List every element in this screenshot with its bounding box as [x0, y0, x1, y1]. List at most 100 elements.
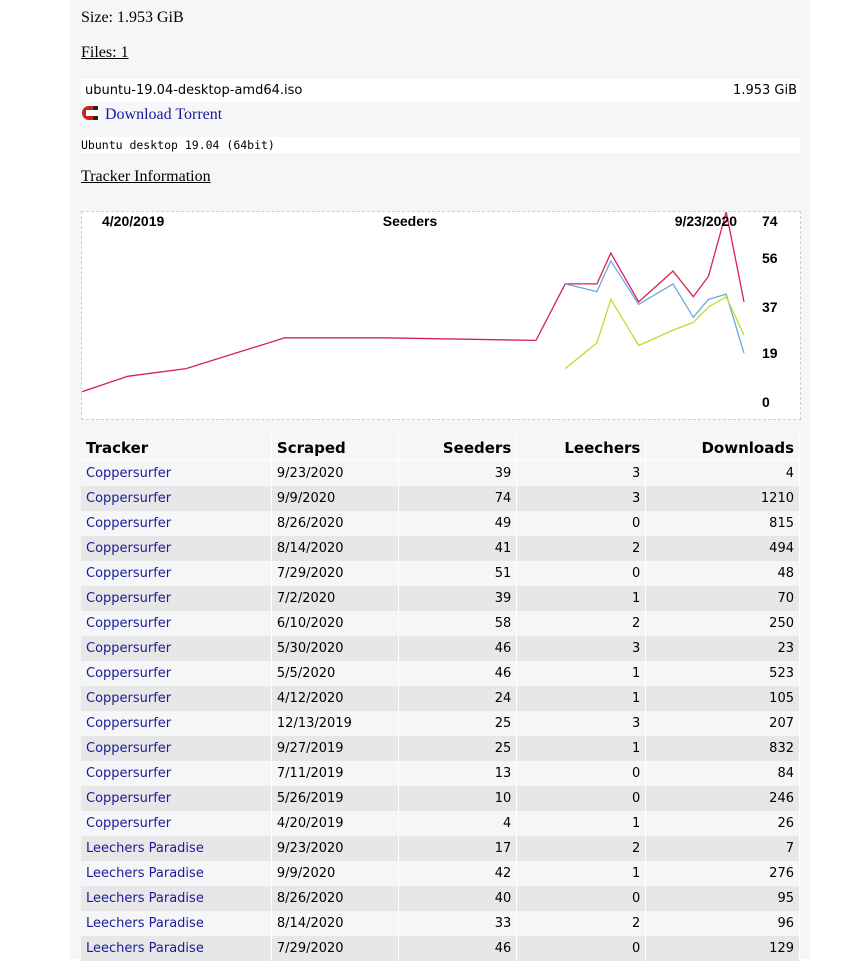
table-row: Coppersurfer 9/23/2020 39 3 4 — [81, 460, 800, 486]
leechers-cell: 2 — [516, 911, 647, 936]
downloads-cell: 96 — [645, 911, 800, 936]
tracker-cell: Leechers Paradise — [81, 936, 272, 961]
tracker-link[interactable]: Coppersurfer — [86, 641, 171, 656]
scraped-cell: 9/9/2020 — [271, 486, 400, 511]
scraped-cell: 9/23/2020 — [271, 836, 400, 861]
col-seeders[interactable]: Seeders — [398, 435, 518, 461]
table-row: Coppersurfer 7/29/2020 51 0 48 — [81, 561, 800, 586]
tracker-cell: Coppersurfer — [81, 586, 272, 611]
table-row: Coppersurfer 12/13/2019 25 3 207 — [81, 711, 800, 736]
leechers-cell: 1 — [516, 811, 647, 836]
tracker-link[interactable]: Coppersurfer — [86, 466, 171, 481]
tracker-cell: Coppersurfer — [81, 661, 272, 686]
table-header-row: Tracker Scraped Seeders Leechers Downloa… — [81, 435, 800, 461]
downloads-cell: 26 — [645, 811, 800, 836]
tracker-link[interactable]: Coppersurfer — [86, 791, 171, 806]
seeders-cell: 39 — [398, 460, 518, 486]
leechers-cell: 3 — [516, 636, 647, 661]
downloads-cell: 23 — [645, 636, 800, 661]
leechers-cell: 3 — [516, 711, 647, 736]
leechers-cell: 1 — [516, 686, 647, 711]
table-row: Coppersurfer 4/20/2019 4 1 26 — [81, 811, 800, 836]
tracker-link[interactable]: Coppersurfer — [86, 691, 171, 706]
tracker-link[interactable]: Coppersurfer — [86, 491, 171, 506]
col-leechers[interactable]: Leechers — [516, 435, 647, 461]
downloads-cell: 4 — [645, 460, 800, 486]
seeders-cell: 46 — [398, 936, 518, 961]
seeders-cell: 33 — [398, 911, 518, 936]
downloads-cell: 276 — [645, 861, 800, 886]
tracker-link[interactable]: Coppersurfer — [86, 741, 171, 756]
y-tick-label: 0 — [762, 394, 770, 410]
leechers-cell: 0 — [516, 786, 647, 811]
seeders-cell: 41 — [398, 536, 518, 561]
tracker-link[interactable]: Leechers Paradise — [86, 866, 204, 881]
chart-start-date: 4/20/2019 — [102, 213, 164, 229]
downloads-cell: 815 — [645, 511, 800, 536]
downloads-cell: 246 — [645, 786, 800, 811]
download-torrent-link[interactable]: Download Torrent — [81, 105, 222, 125]
seeders-cell: 25 — [398, 736, 518, 761]
scraped-cell: 8/14/2020 — [271, 911, 400, 936]
col-scraped[interactable]: Scraped — [271, 435, 400, 461]
col-downloads[interactable]: Downloads — [645, 435, 800, 461]
seeders-cell: 49 — [398, 511, 518, 536]
tracker-link[interactable]: Coppersurfer — [86, 666, 171, 681]
tracker-link[interactable]: Leechers Paradise — [86, 916, 204, 931]
downloads-cell: 523 — [645, 661, 800, 686]
y-tick-label: 56 — [762, 250, 778, 266]
downloads-cell: 207 — [645, 711, 800, 736]
table-row: Coppersurfer 7/2/2020 39 1 70 — [81, 586, 800, 611]
leechers-cell: 1 — [516, 586, 647, 611]
seeders-cell: 51 — [398, 561, 518, 586]
leechers-cell: 1 — [516, 736, 647, 761]
tracker-link[interactable]: Coppersurfer — [86, 566, 171, 581]
series-line-series-3 — [564, 295, 745, 370]
tracker-link[interactable]: Coppersurfer — [86, 516, 171, 531]
leechers-cell: 2 — [516, 611, 647, 636]
torrent-description: Ubuntu desktop 19.04 (64bit) — [81, 137, 800, 153]
tracker-cell: Coppersurfer — [81, 611, 272, 636]
leechers-cell: 0 — [516, 761, 647, 786]
scraped-cell: 8/26/2020 — [271, 886, 400, 911]
y-tick-label: 37 — [762, 299, 778, 315]
scraped-cell: 4/12/2020 — [271, 686, 400, 711]
table-row: Leechers Paradise 9/23/2020 17 2 7 — [81, 836, 800, 861]
tracker-link[interactable]: Coppersurfer — [86, 591, 171, 606]
leechers-cell: 3 — [516, 486, 647, 511]
scraped-cell: 5/26/2019 — [271, 786, 400, 811]
table-row: Coppersurfer 6/10/2020 58 2 250 — [81, 611, 800, 636]
tracker-cell: Coppersurfer — [81, 786, 272, 811]
tracker-link[interactable]: Coppersurfer — [86, 716, 171, 731]
y-tick-label: 74 — [762, 213, 778, 229]
tracker-cell: Leechers Paradise — [81, 836, 272, 861]
tracker-cell: Coppersurfer — [81, 761, 272, 786]
seeders-cell: 74 — [398, 486, 518, 511]
seeders-cell: 42 — [398, 861, 518, 886]
downloads-cell: 494 — [645, 536, 800, 561]
tracker-link[interactable]: Coppersurfer — [86, 766, 171, 781]
seeders-cell: 39 — [398, 586, 518, 611]
leechers-cell: 1 — [516, 661, 647, 686]
scraped-cell: 9/27/2019 — [271, 736, 400, 761]
download-torrent-label[interactable]: Download Torrent — [105, 106, 222, 124]
seeders-cell: 13 — [398, 761, 518, 786]
seeders-cell: 17 — [398, 836, 518, 861]
downloads-cell: 1210 — [645, 486, 800, 511]
table-row: Coppersurfer 5/30/2020 46 3 23 — [81, 636, 800, 661]
downloads-cell: 70 — [645, 586, 800, 611]
downloads-cell: 95 — [645, 886, 800, 911]
tracker-link[interactable]: Leechers Paradise — [86, 891, 204, 906]
tracker-link[interactable]: Coppersurfer — [86, 816, 171, 831]
table-row: Coppersurfer 7/11/2019 13 0 84 — [81, 761, 800, 786]
leechers-cell: 1 — [516, 861, 647, 886]
scraped-cell: 7/2/2020 — [271, 586, 400, 611]
table-row: Leechers Paradise 7/29/2020 46 0 129 — [81, 936, 800, 961]
tracker-link[interactable]: Coppersurfer — [86, 616, 171, 631]
tracker-link[interactable]: Leechers Paradise — [86, 941, 204, 956]
tracker-link[interactable]: Coppersurfer — [86, 541, 171, 556]
scraped-cell: 8/26/2020 — [271, 511, 400, 536]
col-tracker[interactable]: Tracker — [81, 435, 272, 461]
tracker-information-heading: Tracker Information — [81, 168, 211, 185]
tracker-link[interactable]: Leechers Paradise — [86, 841, 204, 856]
